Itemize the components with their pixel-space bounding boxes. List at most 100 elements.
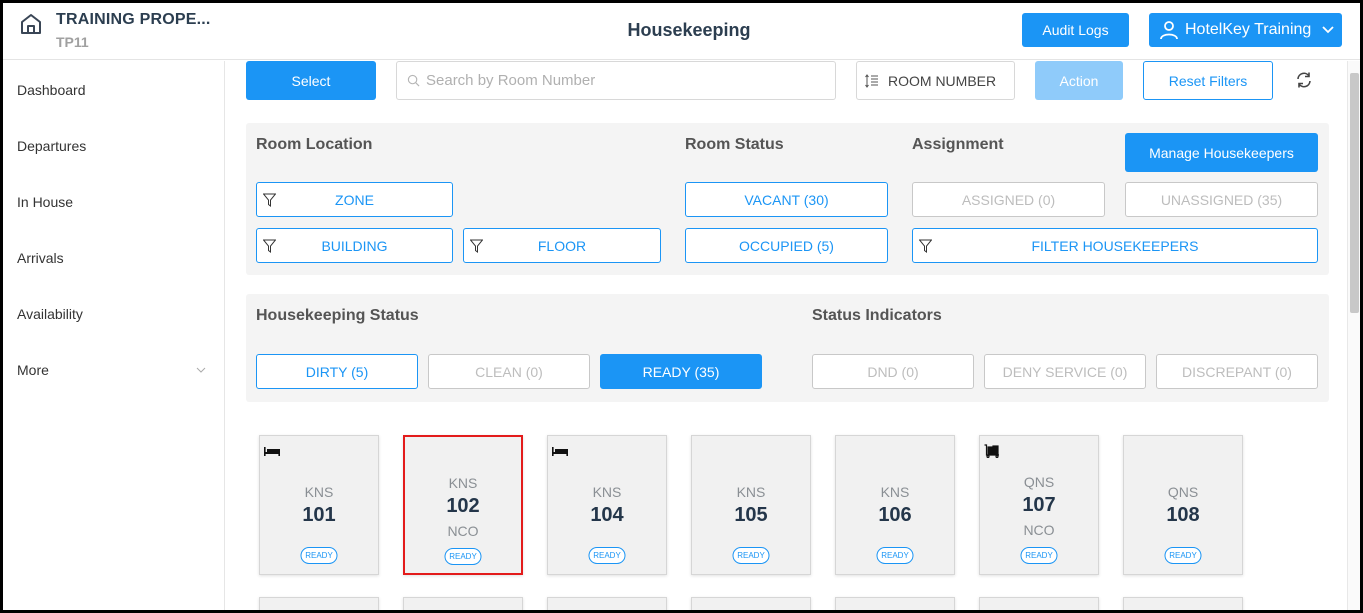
- sidebar-item-label: Availability: [17, 306, 83, 322]
- status-badge: READY: [876, 547, 914, 564]
- sidebar-item-arrivals[interactable]: Arrivals: [17, 250, 207, 266]
- sidebar-item-label: Arrivals: [17, 250, 64, 266]
- room-sub-status: NCO: [1023, 522, 1055, 538]
- status-indicators-title: Status Indicators: [812, 307, 942, 324]
- sidebar-item-availability[interactable]: Availability: [17, 306, 207, 322]
- room-status-title: Room Status: [685, 136, 784, 153]
- bed-icon: [552, 447, 568, 456]
- vertical-scrollbar[interactable]: [1347, 61, 1360, 610]
- search-icon: [407, 74, 420, 87]
- room-sub-status: NCO: [447, 523, 479, 539]
- room-card-partial[interactable]: [1123, 597, 1243, 610]
- refresh-icon[interactable]: [1295, 71, 1313, 89]
- assigned-filter-button[interactable]: ASSIGNED (0): [912, 182, 1105, 217]
- sidebar-item-label: Departures: [17, 138, 87, 154]
- clean-filter-button[interactable]: CLEAN (0): [428, 354, 590, 389]
- room-number: 104: [590, 504, 624, 526]
- manage-housekeepers-button[interactable]: Manage Housekeepers: [1125, 133, 1318, 172]
- search-box: [396, 61, 836, 100]
- room-card-partial[interactable]: [259, 597, 379, 610]
- sidebar-item-more[interactable]: More: [17, 362, 207, 378]
- filters-panel: Room Location Room Status Assignment Man…: [246, 123, 1329, 275]
- sidebar-item-departures[interactable]: Departures: [17, 138, 207, 154]
- room-number: 107: [1022, 494, 1056, 516]
- dirty-filter-button[interactable]: DIRTY (5): [256, 354, 418, 389]
- status-badge: READY: [1020, 547, 1058, 564]
- room-card-partial[interactable]: [979, 597, 1099, 610]
- room-number: 101: [302, 504, 336, 526]
- action-button[interactable]: Action: [1035, 61, 1123, 100]
- user-icon: [1160, 21, 1178, 40]
- select-button[interactable]: Select: [246, 61, 376, 100]
- dnd-filter-button[interactable]: DND (0): [812, 354, 974, 389]
- unassigned-filter-button[interactable]: UNASSIGNED (35): [1125, 182, 1318, 217]
- filter-icon: [919, 239, 932, 253]
- assignment-title: Assignment: [912, 136, 1004, 153]
- room-card[interactable]: KNS 106 READY: [835, 435, 955, 575]
- chevron-down-icon: [196, 367, 206, 373]
- room-type: KNS: [592, 484, 622, 500]
- building-filter-button[interactable]: BUILDING: [256, 228, 453, 263]
- room-card[interactable]: KNS 101 READY: [259, 435, 379, 575]
- sort-icon: [865, 73, 878, 88]
- sidebar-nav: Dashboard Departures In House Arrivals A…: [3, 61, 225, 610]
- discrepant-filter-button[interactable]: DISCREPANT (0): [1156, 354, 1318, 389]
- sort-dropdown[interactable]: ROOM NUMBER: [856, 61, 1015, 100]
- sidebar-item-label: In House: [17, 194, 74, 210]
- room-card[interactable]: QNS 108 READY: [1123, 435, 1243, 575]
- bed-icon: [264, 447, 280, 456]
- status-badge: READY: [1164, 547, 1202, 564]
- filter-icon: [263, 193, 276, 207]
- filter-icon: [263, 239, 276, 253]
- status-badge: READY: [444, 548, 482, 565]
- room-number: 102: [446, 495, 480, 517]
- room-type: KNS: [304, 484, 334, 500]
- chevron-down-icon: [1322, 26, 1334, 34]
- deny-service-filter-button[interactable]: DENY SERVICE (0): [984, 354, 1146, 389]
- sort-label: ROOM NUMBER: [888, 72, 997, 89]
- vacant-filter-button[interactable]: VACANT (30): [685, 182, 888, 217]
- sidebar-item-dashboard[interactable]: Dashboard: [17, 82, 207, 98]
- ready-filter-button[interactable]: READY (35): [600, 354, 762, 389]
- room-card[interactable]: QNS 107 NCO READY: [979, 435, 1099, 575]
- search-input[interactable]: [426, 72, 826, 89]
- room-number: 108: [1166, 504, 1200, 526]
- filter-housekeepers-button[interactable]: FILTER HOUSEKEEPERS: [912, 228, 1318, 263]
- occupied-filter-button[interactable]: OCCUPIED (5): [685, 228, 888, 263]
- audit-logs-button[interactable]: Audit Logs: [1022, 13, 1129, 47]
- room-card-partial[interactable]: [403, 597, 523, 610]
- user-menu-button[interactable]: HotelKey Training: [1149, 13, 1342, 47]
- top-header: TRAINING PROPE... TP11 Housekeeping Audi…: [3, 3, 1360, 60]
- housekeeping-status-title: Housekeeping Status: [256, 307, 419, 324]
- room-number: 106: [878, 504, 912, 526]
- filter-icon: [470, 239, 483, 253]
- zone-filter-button[interactable]: ZONE: [256, 182, 453, 217]
- scrollbar-thumb[interactable]: [1350, 73, 1359, 313]
- room-number: 105: [734, 504, 768, 526]
- room-location-title: Room Location: [256, 136, 373, 153]
- room-card[interactable]: KNS 104 READY: [547, 435, 667, 575]
- floor-filter-button[interactable]: FLOOR: [463, 228, 661, 263]
- filter-housekeepers-label: FILTER HOUSEKEEPERS: [1031, 237, 1199, 254]
- building-label: BUILDING: [321, 237, 388, 254]
- luggage-cart-icon: [984, 444, 999, 458]
- sidebar-item-label: More: [17, 362, 49, 378]
- app-window: TRAINING PROPE... TP11 Housekeeping Audi…: [3, 3, 1360, 610]
- room-card[interactable]: KNS 102 NCO READY: [403, 435, 523, 575]
- housekeeping-status-panel: Housekeeping Status Status Indicators DI…: [246, 294, 1329, 402]
- room-type: KNS: [736, 484, 766, 500]
- room-type: QNS: [1023, 474, 1055, 490]
- room-card-partial[interactable]: [547, 597, 667, 610]
- room-card-partial[interactable]: [835, 597, 955, 610]
- status-badge: READY: [588, 547, 626, 564]
- sidebar-item-label: Dashboard: [17, 82, 86, 98]
- reset-filters-button[interactable]: Reset Filters: [1143, 61, 1273, 100]
- room-type: KNS: [448, 475, 478, 491]
- status-badge: READY: [732, 547, 770, 564]
- floor-label: FLOOR: [537, 237, 587, 254]
- status-badge: READY: [300, 547, 338, 564]
- sidebar-item-in-house[interactable]: In House: [17, 194, 207, 210]
- room-card[interactable]: KNS 105 READY: [691, 435, 811, 575]
- room-card-partial[interactable]: [691, 597, 811, 610]
- zone-label: ZONE: [335, 191, 374, 208]
